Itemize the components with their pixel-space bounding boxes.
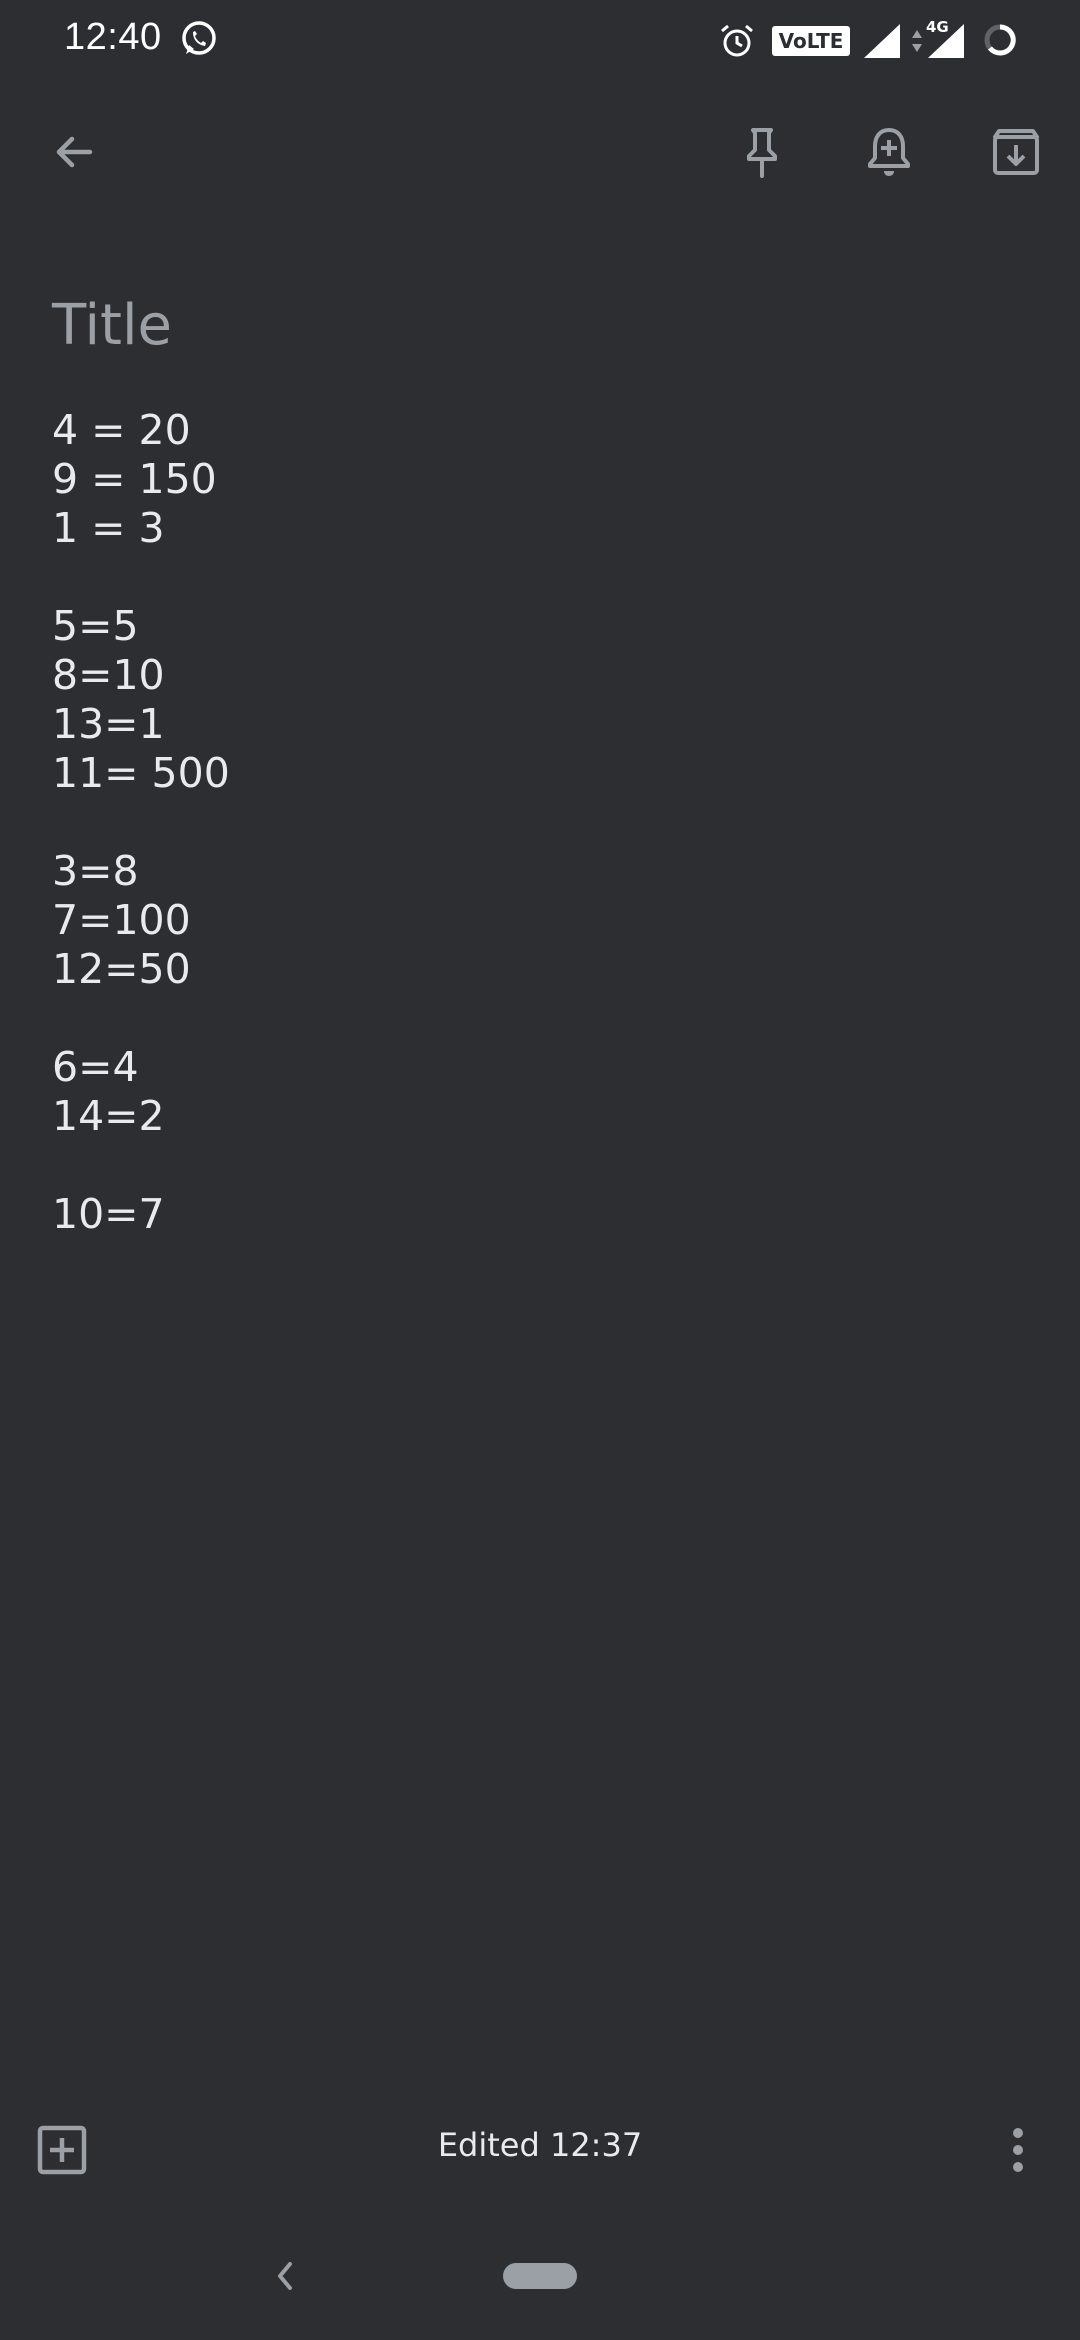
note-line: 14=2 (52, 1092, 165, 1140)
system-nav-bar (0, 2240, 1080, 2340)
note-line: 4 = 20 (52, 406, 191, 454)
note-line-blank (52, 553, 1012, 602)
data-arrows-icon (912, 30, 922, 52)
signal-icon (864, 24, 900, 58)
home-gesture-pill[interactable] (503, 2263, 577, 2289)
reminder-bell-icon (868, 128, 910, 176)
note-line: 11= 500 (52, 749, 230, 797)
note-line: 13=1 (52, 700, 165, 748)
note-line-blank (52, 994, 1012, 1043)
archive-icon (993, 129, 1039, 175)
note-line-blank (52, 1141, 1012, 1190)
back-button[interactable] (30, 108, 118, 196)
more-vert-icon (1013, 2128, 1023, 2172)
note-line: 9 = 150 (52, 455, 217, 503)
pin-icon (747, 128, 777, 178)
note-line: 12=50 (52, 945, 191, 993)
more-options-button[interactable] (974, 2106, 1062, 2194)
note-body[interactable]: 4 = 20 9 = 150 1 = 3 5=5 8=10 13=1 11= 5… (52, 406, 1012, 1239)
note-line: 8=10 (52, 651, 165, 699)
note-line: 10=7 (52, 1190, 165, 1238)
note-line: 1 = 3 (52, 504, 165, 552)
note-title-field[interactable]: Title (52, 290, 1012, 362)
note-line: 7=100 (52, 896, 191, 944)
alarm-icon (721, 24, 753, 57)
note-line-blank (52, 798, 1012, 847)
system-back-button[interactable] (240, 2232, 328, 2320)
nav-back-chevron-icon (278, 2262, 292, 2290)
volte-icon: VoLTE (772, 26, 850, 56)
status-bar: 12:40 VoLTE 4G (0, 0, 1080, 80)
reminder-button[interactable] (845, 108, 933, 196)
archive-button[interactable] (972, 108, 1060, 196)
battery-icon (984, 24, 1016, 56)
note-line: 6=4 (52, 1043, 139, 1091)
signal-4g-icon (928, 24, 964, 58)
pin-button[interactable] (718, 108, 806, 196)
note-line: 3=8 (52, 847, 139, 895)
back-arrow-icon (56, 136, 93, 168)
edited-timestamp: Edited 12:37 (437, 2126, 643, 2164)
whatsapp-icon (182, 21, 216, 55)
status-time: 12:40 (64, 16, 162, 58)
note-line: 5=5 (52, 602, 139, 650)
